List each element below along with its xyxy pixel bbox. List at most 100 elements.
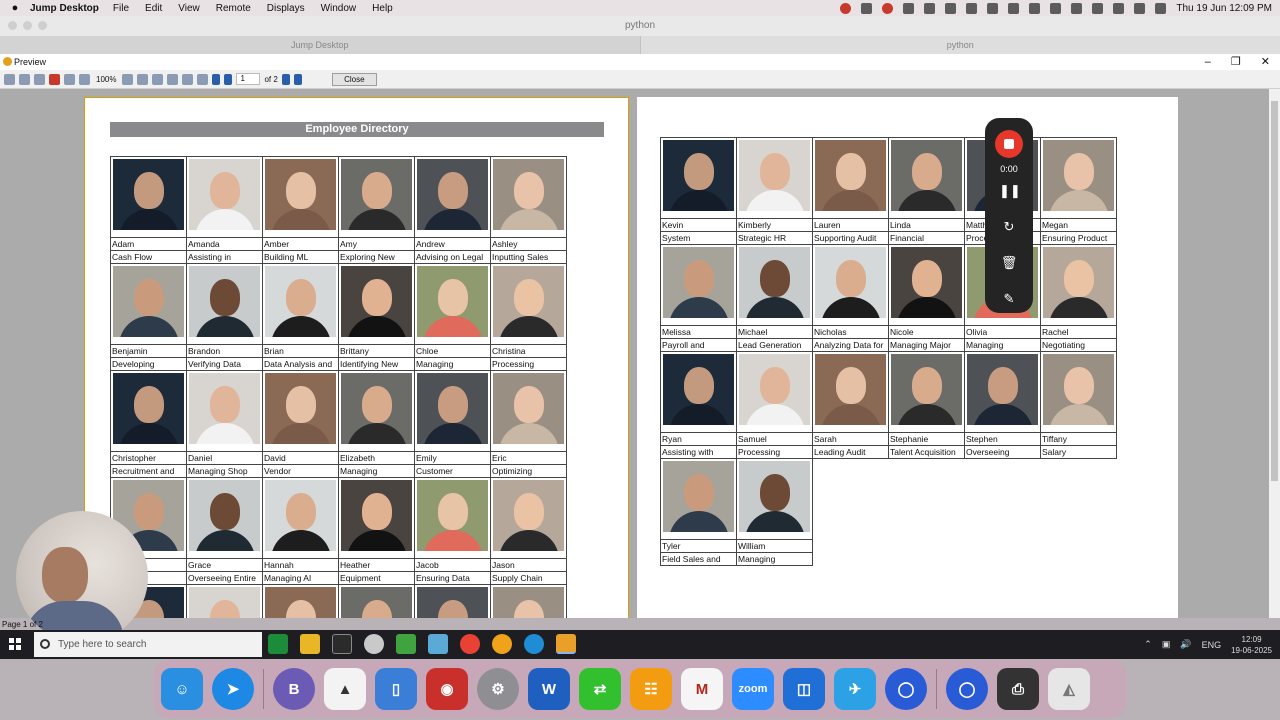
stop-recording-button[interactable]: [995, 130, 1023, 158]
next-page-icon[interactable]: [281, 73, 290, 85]
metro-icon[interactable]: M: [681, 668, 723, 710]
pdf-icon[interactable]: [49, 73, 60, 85]
trash-icon[interactable]: 🗑: [999, 254, 1019, 272]
menu-view[interactable]: View: [178, 3, 200, 14]
control-center-icon[interactable]: [1134, 2, 1146, 14]
siri-icon[interactable]: [1155, 2, 1167, 14]
chrome-icon[interactable]: [840, 2, 852, 14]
bug-app-icon[interactable]: [492, 634, 512, 654]
zoom-in-icon[interactable]: [79, 73, 90, 85]
remote-icon[interactable]: ✈: [834, 668, 876, 710]
hexagon-app-icon[interactable]: [396, 634, 416, 654]
search-icon[interactable]: [1113, 2, 1125, 14]
jump-desktop-icon[interactable]: ⇄: [579, 668, 621, 710]
windows-start-icon[interactable]: [9, 638, 21, 650]
language-indicator[interactable]: ENG: [1202, 640, 1222, 650]
two-page-icon[interactable]: [167, 73, 179, 85]
first-page-icon[interactable]: [212, 73, 221, 85]
print-icon[interactable]: [4, 73, 15, 85]
paprika-icon[interactable]: ◉: [426, 668, 468, 710]
minimize-icon[interactable]: –: [1205, 54, 1211, 70]
scrollbar-thumb[interactable]: [1271, 101, 1278, 481]
network-icon[interactable]: ▣: [1162, 639, 1171, 650]
safari-icon[interactable]: ➤: [212, 668, 254, 710]
menu-edit[interactable]: Edit: [145, 3, 162, 14]
bbedit-icon[interactable]: B: [273, 668, 315, 710]
note-icon[interactable]: [903, 2, 915, 14]
1password-mini-icon[interactable]: ◯: [946, 668, 988, 710]
chevron-up-icon[interactable]: ⌃: [1144, 639, 1152, 650]
close-icon[interactable]: ✕: [1261, 54, 1270, 70]
app-name-menu[interactable]: Jump Desktop: [30, 3, 99, 14]
finder-icon[interactable]: ☺: [161, 668, 203, 710]
wifi-off-icon[interactable]: [1092, 2, 1104, 14]
pause-icon[interactable]: ❚❚: [999, 182, 1021, 200]
save-icon[interactable]: [34, 73, 45, 85]
lock-icon[interactable]: [1050, 2, 1062, 14]
system-settings-icon[interactable]: ⚙: [477, 668, 519, 710]
windows-taskbar: Type here to search ⌃ ▣ 🔊 ENG 12:09 19-0…: [0, 630, 1280, 659]
menu-displays[interactable]: Displays: [267, 3, 305, 14]
employee-name: Amy: [339, 237, 414, 250]
edge-icon[interactable]: [524, 634, 544, 654]
page-number-input[interactable]: 1: [236, 73, 261, 85]
printer-icon[interactable]: ⎙: [997, 668, 1039, 710]
zoom-select[interactable]: 100%: [96, 75, 116, 84]
books-icon[interactable]: ☷: [630, 668, 672, 710]
menu-window[interactable]: Window: [321, 3, 357, 14]
keynote-icon[interactable]: ◫: [783, 668, 825, 710]
menu-bar-clock[interactable]: Thu 19 Jun 12:09 PM: [1176, 3, 1272, 14]
menu-remote[interactable]: Remote: [216, 3, 251, 14]
bookmark-icon[interactable]: ▯: [375, 668, 417, 710]
close-button[interactable]: Close: [331, 72, 377, 86]
menu-help[interactable]: Help: [372, 3, 393, 14]
zoom-icon[interactable]: zoom: [732, 668, 774, 710]
preview-canvas[interactable]: Employee Directory Adam Cash Flow Amanda As…: [0, 89, 1269, 618]
close-window-icon[interactable]: [8, 21, 17, 30]
preview-taskbar-icon[interactable]: [556, 634, 576, 654]
tab-jump-desktop[interactable]: Jump Desktop: [0, 36, 641, 54]
page-setup-icon[interactable]: [182, 73, 194, 85]
zoom-window-icon[interactable]: [38, 21, 47, 30]
download-icon[interactable]: [966, 2, 978, 14]
trash-bin-icon[interactable]: ◭: [1048, 668, 1090, 710]
broom-icon[interactable]: ▲: [324, 668, 366, 710]
volume-icon[interactable]: 🔊: [1180, 639, 1191, 650]
taskbar-search-input[interactable]: Type here to search: [34, 632, 262, 657]
command-icon[interactable]: [1071, 2, 1083, 14]
vertical-scrollbar[interactable]: [1269, 89, 1280, 618]
employee-photo-body: [423, 530, 483, 551]
settings-icon[interactable]: [364, 634, 384, 654]
file-explorer-icon[interactable]: [300, 634, 320, 654]
shield-icon[interactable]: [861, 2, 873, 14]
menu-file[interactable]: File: [113, 3, 129, 14]
annotate-icon[interactable]: ✎: [999, 290, 1019, 308]
play-icon[interactable]: [1029, 2, 1041, 14]
employee-photo: [815, 354, 886, 425]
print-setup-icon[interactable]: [19, 73, 30, 85]
1password-icon[interactable]: ◯: [885, 668, 927, 710]
single-page-icon[interactable]: [152, 73, 164, 85]
columns-icon[interactable]: [945, 2, 957, 14]
pen-icon[interactable]: [924, 2, 936, 14]
restart-icon[interactable]: ↻: [999, 218, 1019, 236]
bolt-icon[interactable]: [1008, 2, 1020, 14]
prev-page-icon[interactable]: [224, 73, 233, 85]
zoom-out-icon[interactable]: [122, 73, 134, 85]
apple-icon[interactable]: ●: [0, 2, 30, 14]
taskbar-clock[interactable]: 12:09 19-06-2025: [1231, 634, 1272, 656]
photos-icon[interactable]: [428, 634, 448, 654]
terminal-icon[interactable]: [332, 634, 352, 654]
excel-like-icon[interactable]: [268, 634, 288, 654]
minimize-window-icon[interactable]: [23, 21, 32, 30]
word-icon[interactable]: W: [528, 668, 570, 710]
fit-page-icon[interactable]: [137, 73, 149, 85]
battery-icon[interactable]: [987, 2, 999, 14]
last-page-icon[interactable]: [293, 73, 302, 85]
edit-icon[interactable]: [197, 73, 209, 85]
find-icon[interactable]: [64, 73, 75, 85]
restore-icon[interactable]: ❐: [1231, 54, 1241, 70]
chrome-icon[interactable]: [460, 634, 480, 654]
tab-python[interactable]: python: [641, 36, 1280, 54]
record-icon[interactable]: [882, 2, 894, 14]
